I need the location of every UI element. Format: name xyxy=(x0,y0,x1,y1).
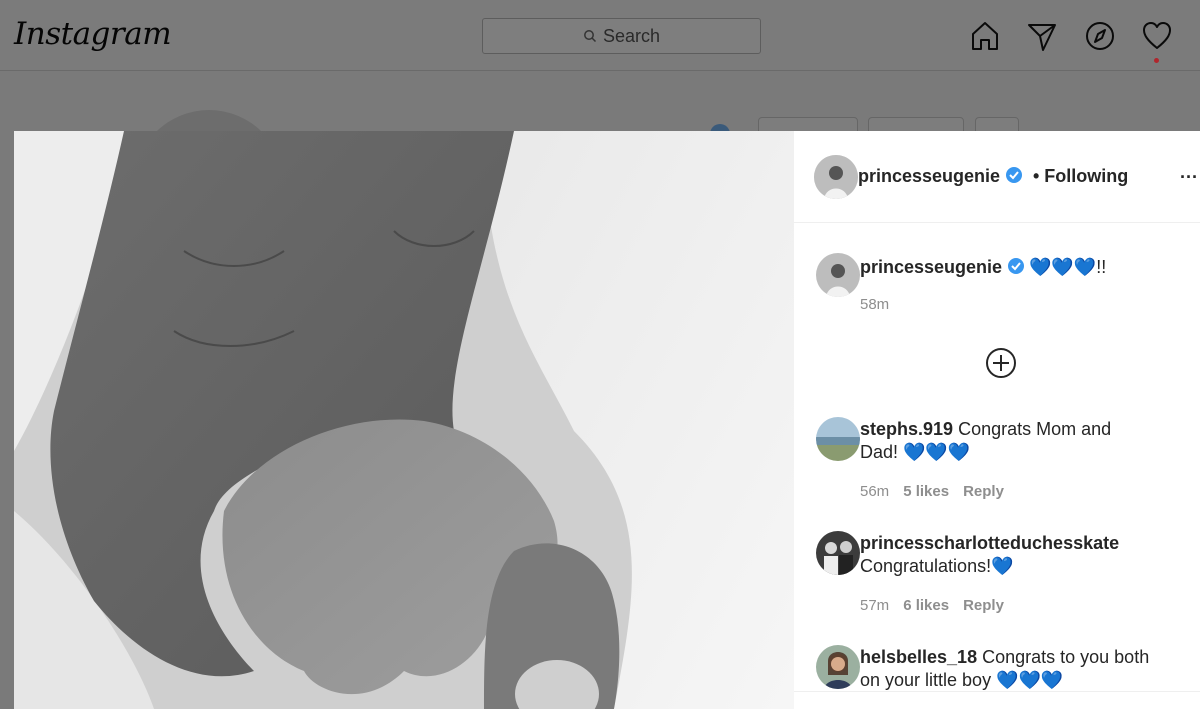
reply-button[interactable]: Reply xyxy=(963,483,1004,500)
post-photo[interactable] xyxy=(14,131,794,709)
comment-body: princesscharlotteduchesskate Congratulat… xyxy=(860,532,1180,578)
comment-likes[interactable]: 6 likes xyxy=(903,597,949,614)
comment-text-line: Congrats to you both xyxy=(977,647,1150,667)
caption-avatar[interactable] xyxy=(816,253,860,297)
caption-time: 58m xyxy=(860,296,890,313)
comment-username[interactable]: stephs.919 xyxy=(860,419,953,439)
comment-avatar[interactable] xyxy=(816,531,860,575)
comment-text-line: Congrats Mom and xyxy=(953,419,1112,439)
author-avatar[interactable] xyxy=(814,155,858,199)
search-placeholder: Search xyxy=(602,25,661,46)
post-modal: princesseugenie • Following ··· princess… xyxy=(14,131,1200,709)
panel-divider xyxy=(794,691,1200,692)
caption-username[interactable]: princesseugenie xyxy=(860,257,1002,277)
comment-likes[interactable]: 5 likes xyxy=(903,483,949,500)
verified-badge-icon xyxy=(1005,167,1022,183)
verified-badge-icon xyxy=(1007,258,1024,274)
post-header: princesseugenie • Following ··· xyxy=(794,131,1200,223)
comment-username[interactable]: helsbelles_18 xyxy=(860,647,977,667)
load-more-icon[interactable] xyxy=(985,347,1017,379)
caption-text: 💙💙💙!! xyxy=(1028,257,1107,277)
instagram-logo[interactable]: Instagram xyxy=(14,16,172,52)
comment-text-line: Dad! 💙💙💙 xyxy=(860,442,971,462)
comment-time: 56m xyxy=(860,483,890,500)
comment-text-line: on your little boy 💙💙💙 xyxy=(860,670,1064,690)
comment-username[interactable]: princesscharlotteduchesskate xyxy=(860,533,1119,553)
notification-dot xyxy=(1154,58,1159,63)
comment-avatar[interactable] xyxy=(816,645,860,689)
baby-hand-photo xyxy=(14,131,794,709)
heart-icon[interactable] xyxy=(1142,20,1172,52)
comment-meta: 57m 6 likes Reply xyxy=(860,597,1018,614)
comment-body: helsbelles_18 Congrats to you both on yo… xyxy=(860,646,1190,692)
direct-icon[interactable] xyxy=(1027,20,1057,52)
comment-avatar[interactable] xyxy=(816,417,860,461)
search-icon xyxy=(584,30,596,43)
following-status[interactable]: • Following xyxy=(1033,166,1128,186)
comment-body: stephs.919 Congrats Mom and Dad! 💙💙💙 xyxy=(860,418,1160,464)
caption-row: princesseugenie 💙💙💙!! xyxy=(860,256,1106,279)
more-options-icon[interactable]: ··· xyxy=(1180,167,1198,188)
comment-text-line: Congratulations!💙 xyxy=(860,556,1014,576)
post-detail-panel: princesseugenie • Following ··· princess… xyxy=(794,131,1200,709)
comment-time: 57m xyxy=(860,597,890,614)
author-username[interactable]: princesseugenie xyxy=(858,166,1000,186)
author-row: princesseugenie • Following xyxy=(858,166,1128,187)
comment-meta: 56m 5 likes Reply xyxy=(860,483,1018,500)
search-input[interactable]: Search xyxy=(482,18,761,54)
explore-icon[interactable] xyxy=(1085,20,1115,52)
top-navigation-bar: Instagram Search xyxy=(0,0,1200,71)
home-icon[interactable] xyxy=(970,20,1000,52)
reply-button[interactable]: Reply xyxy=(963,597,1004,614)
